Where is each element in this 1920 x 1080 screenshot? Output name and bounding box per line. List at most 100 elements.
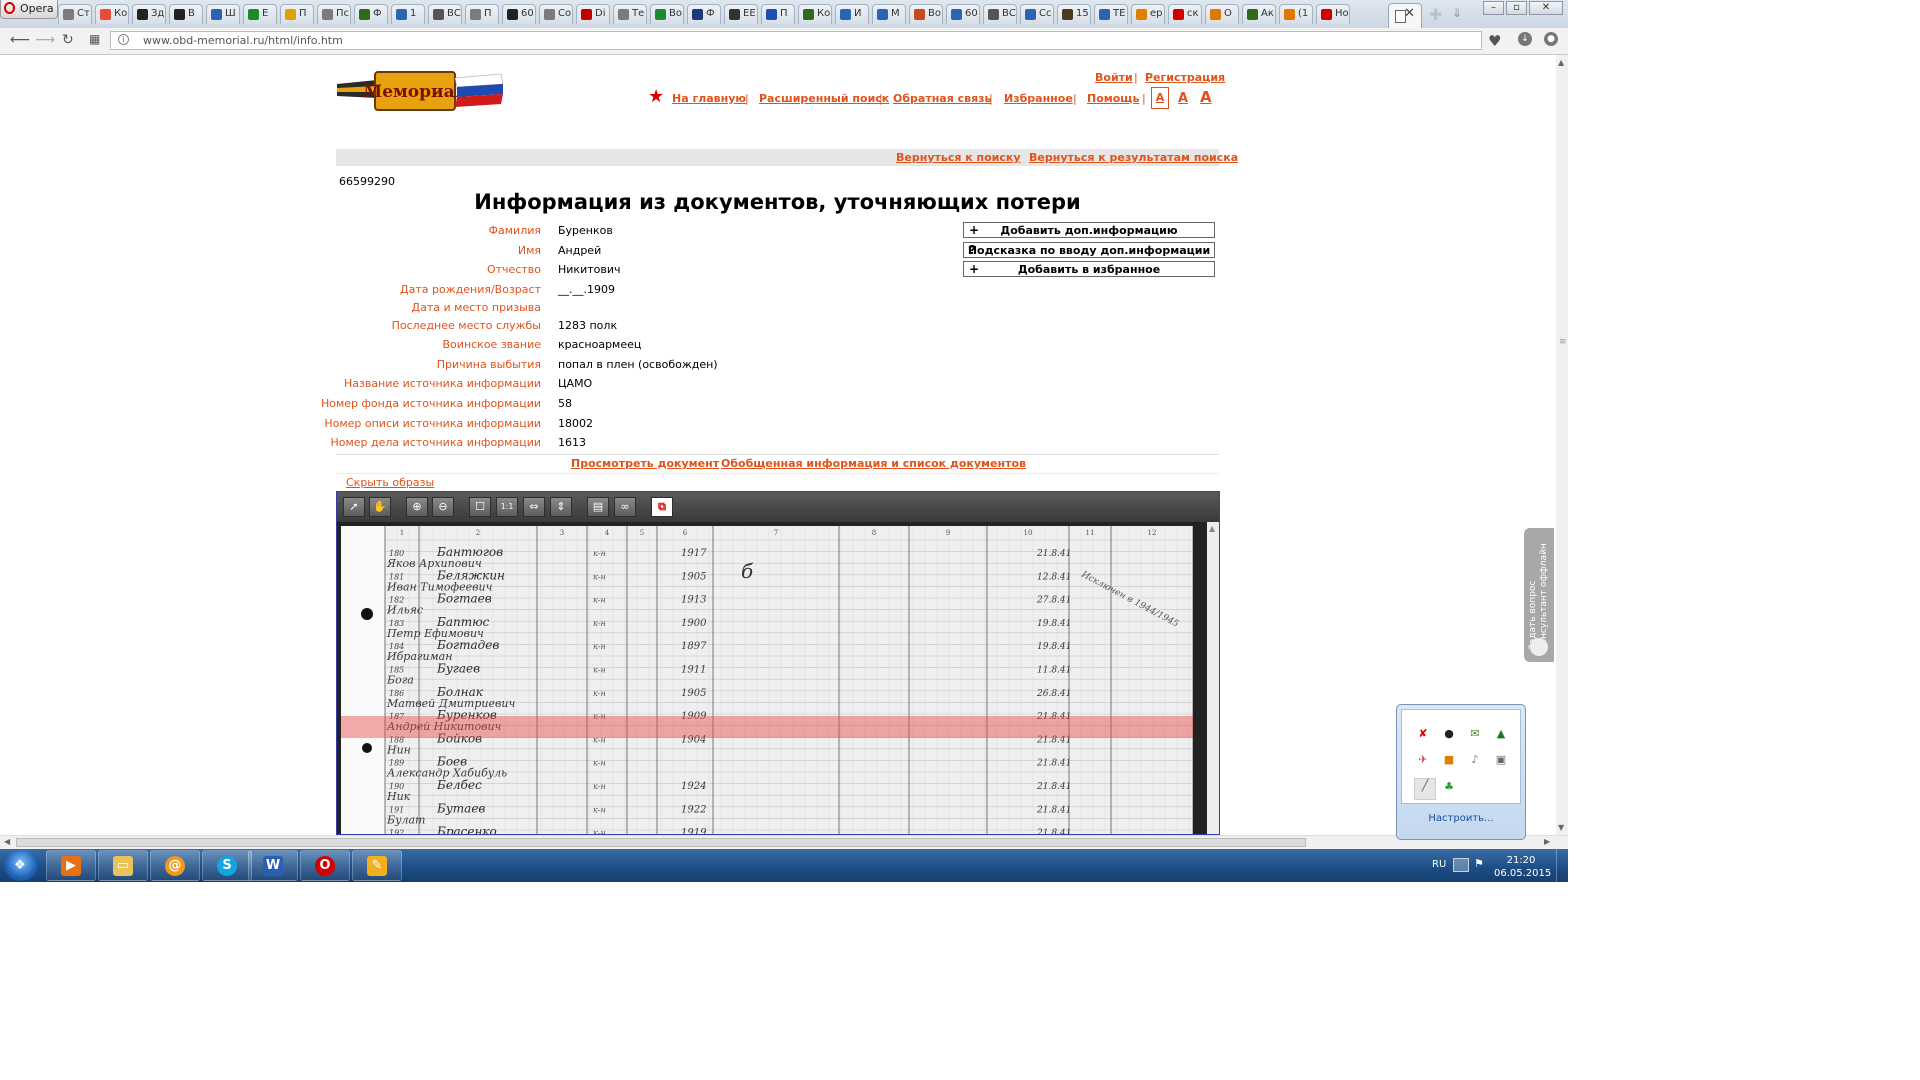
- maximize-button[interactable]: ▫: [1506, 1, 1527, 15]
- page-horizontal-scrollbar[interactable]: ◀ ▶: [0, 835, 1568, 849]
- browser-tab[interactable]: Ф: [687, 4, 721, 24]
- browser-tab[interactable]: Во: [909, 4, 943, 24]
- close-tab-icon[interactable]: ✕: [1404, 6, 1415, 21]
- browser-tab[interactable]: ЕЕ: [724, 4, 758, 24]
- box-icon[interactable]: ■: [1442, 753, 1456, 767]
- show-desktop-button[interactable]: [1556, 849, 1569, 882]
- flag-icon[interactable]: ♣: [1442, 780, 1456, 794]
- info-icon[interactable]: i: [118, 34, 129, 45]
- nav-home[interactable]: На главную: [672, 92, 746, 105]
- add-info-button[interactable]: + Добавить доп.информацию: [963, 222, 1215, 238]
- browser-tab[interactable]: Е: [243, 4, 277, 24]
- fit-height-icon[interactable]: ⇕: [550, 497, 572, 517]
- explorer-button[interactable]: ▭: [98, 850, 148, 881]
- nav-advanced-search[interactable]: Расширенный поиск: [759, 92, 889, 105]
- fit-page-icon[interactable]: ☐: [469, 497, 491, 517]
- browser-tab[interactable]: Те: [613, 4, 647, 24]
- nav-favorites[interactable]: Избранное: [1004, 92, 1073, 105]
- browser-tab[interactable]: Di: [576, 4, 610, 24]
- browser-tab[interactable]: В: [169, 4, 203, 24]
- browser-tab[interactable]: Ф: [354, 4, 388, 24]
- browser-tab[interactable]: М: [872, 4, 906, 24]
- pdf-icon[interactable]: ⧉: [651, 497, 673, 517]
- browser-tab[interactable]: ск: [1168, 4, 1202, 24]
- paint-button[interactable]: ✎: [352, 850, 402, 881]
- back-to-search-link[interactable]: Вернуться к поиску: [896, 151, 1021, 164]
- scroll-left-icon[interactable]: ◀: [4, 837, 10, 846]
- fit-width-icon[interactable]: ⇔: [523, 497, 545, 517]
- save-icon[interactable]: ▤: [587, 497, 609, 517]
- login-link[interactable]: Войти: [1095, 71, 1133, 84]
- browser-tab[interactable]: П: [280, 4, 314, 24]
- update-icon[interactable]: ▲: [1494, 727, 1508, 741]
- scroll-right-icon[interactable]: ▶: [1544, 837, 1550, 846]
- page-scrollbar[interactable]: ▲ ≡ ▼: [1556, 55, 1568, 835]
- browser-tab[interactable]: Пс: [317, 4, 351, 24]
- network-icon[interactable]: ✉: [1468, 727, 1482, 741]
- browser-tab[interactable]: 60: [502, 4, 536, 24]
- browser-tab[interactable]: Со: [539, 4, 573, 24]
- browser-tab[interactable]: Ко: [95, 4, 129, 24]
- heart-icon[interactable]: ♥: [1488, 32, 1501, 50]
- tab-menu-icon[interactable]: ⇓: [1452, 6, 1462, 20]
- nav-feedback[interactable]: Обратная связь: [893, 92, 992, 105]
- back-icon[interactable]: ⟵: [10, 32, 30, 48]
- plane-icon[interactable]: ✈: [1416, 753, 1430, 767]
- browser-tab[interactable]: О: [1205, 4, 1239, 24]
- hide-images-link[interactable]: Скрыть образы: [346, 476, 434, 489]
- action-center-flag-icon[interactable]: ⚑: [1474, 857, 1484, 870]
- browser-tab[interactable]: Ст: [58, 4, 92, 24]
- scroll-up-icon[interactable]: ▲: [1209, 524, 1215, 533]
- consultant-tab[interactable]: Задать вопрос консультант оффлайн: [1524, 528, 1554, 662]
- viewer-scrollbar[interactable]: ▲: [1207, 522, 1219, 834]
- nav-help[interactable]: Помощь: [1087, 92, 1139, 105]
- browser-tab[interactable]: ТЕ: [1094, 4, 1128, 24]
- browser-tab[interactable]: Но: [1316, 4, 1350, 24]
- font-size-small[interactable]: А: [1151, 87, 1169, 109]
- minimize-button[interactable]: –: [1483, 1, 1504, 15]
- pen-icon[interactable]: ╱: [1414, 778, 1436, 800]
- volume-icon[interactable]: ♪: [1468, 753, 1482, 767]
- download-icon[interactable]: ↓: [1518, 32, 1532, 46]
- browser-tab[interactable]: ер: [1131, 4, 1165, 24]
- browser-tab[interactable]: И: [835, 4, 869, 24]
- forward-icon[interactable]: ⟶: [35, 32, 55, 48]
- actual-size-icon[interactable]: 1:1: [496, 497, 518, 517]
- browser-tab[interactable]: 1: [391, 4, 425, 24]
- skype-button[interactable]: S: [202, 850, 252, 881]
- antivirus-icon[interactable]: ✘: [1416, 727, 1430, 741]
- select-icon[interactable]: ➚: [343, 497, 365, 517]
- info-hint-button[interactable]: ? Подсказка по вводу доп.информации: [963, 242, 1215, 258]
- scroll-grip-icon[interactable]: ≡: [1559, 337, 1567, 347]
- show-hidden-icons-icon[interactable]: [1453, 858, 1469, 872]
- memorial-logo[interactable]: Мемориал: [337, 66, 507, 118]
- url-field[interactable]: i www.obd-memorial.ru/html/info.htm: [110, 31, 1482, 50]
- language-indicator[interactable]: RU: [1432, 859, 1446, 870]
- browser-tab[interactable]: П: [465, 4, 499, 24]
- account-icon[interactable]: ●: [1544, 32, 1558, 46]
- opera-menu-button[interactable]: Opera: [0, 0, 58, 19]
- opera-taskbar-button[interactable]: O: [300, 850, 350, 881]
- mail-button[interactable]: @: [150, 850, 200, 881]
- media-player-button[interactable]: ▶: [46, 850, 96, 881]
- hand-icon[interactable]: ✋: [369, 497, 391, 517]
- horizontal-scroll-thumb[interactable]: [16, 838, 1306, 847]
- tray-customize-link[interactable]: Настроить...: [1397, 813, 1525, 824]
- browser-tab[interactable]: Зд: [132, 4, 166, 24]
- browser-tab[interactable]: (1: [1279, 4, 1313, 24]
- app-icon[interactable]: ●: [1442, 727, 1456, 741]
- document-area[interactable]: 1 2 3 4 5 6 7 8 9 10 11 12 180 Бантюгов Яков Архипович…: [337, 522, 1207, 834]
- clock[interactable]: 21:20 06.05.2015: [1494, 854, 1551, 880]
- new-tab-icon[interactable]: ✚: [1429, 5, 1442, 24]
- register-link[interactable]: Регистрация: [1145, 71, 1225, 84]
- start-button[interactable]: ❖: [4, 850, 38, 881]
- reload-icon[interactable]: ↻: [62, 32, 74, 48]
- browser-tab[interactable]: ВС: [428, 4, 462, 24]
- summary-link[interactable]: Обобщенная информация и список документо…: [721, 457, 1026, 470]
- word-button[interactable]: W: [248, 850, 298, 881]
- view-document-link[interactable]: Просмотреть документ: [571, 457, 719, 470]
- browser-tab[interactable]: Ак: [1242, 4, 1276, 24]
- browser-tab[interactable]: Ш: [206, 4, 240, 24]
- back-to-results-link[interactable]: Вернуться к результатам поиска: [1029, 151, 1238, 164]
- speed-dial-icon[interactable]: ▦: [89, 32, 100, 46]
